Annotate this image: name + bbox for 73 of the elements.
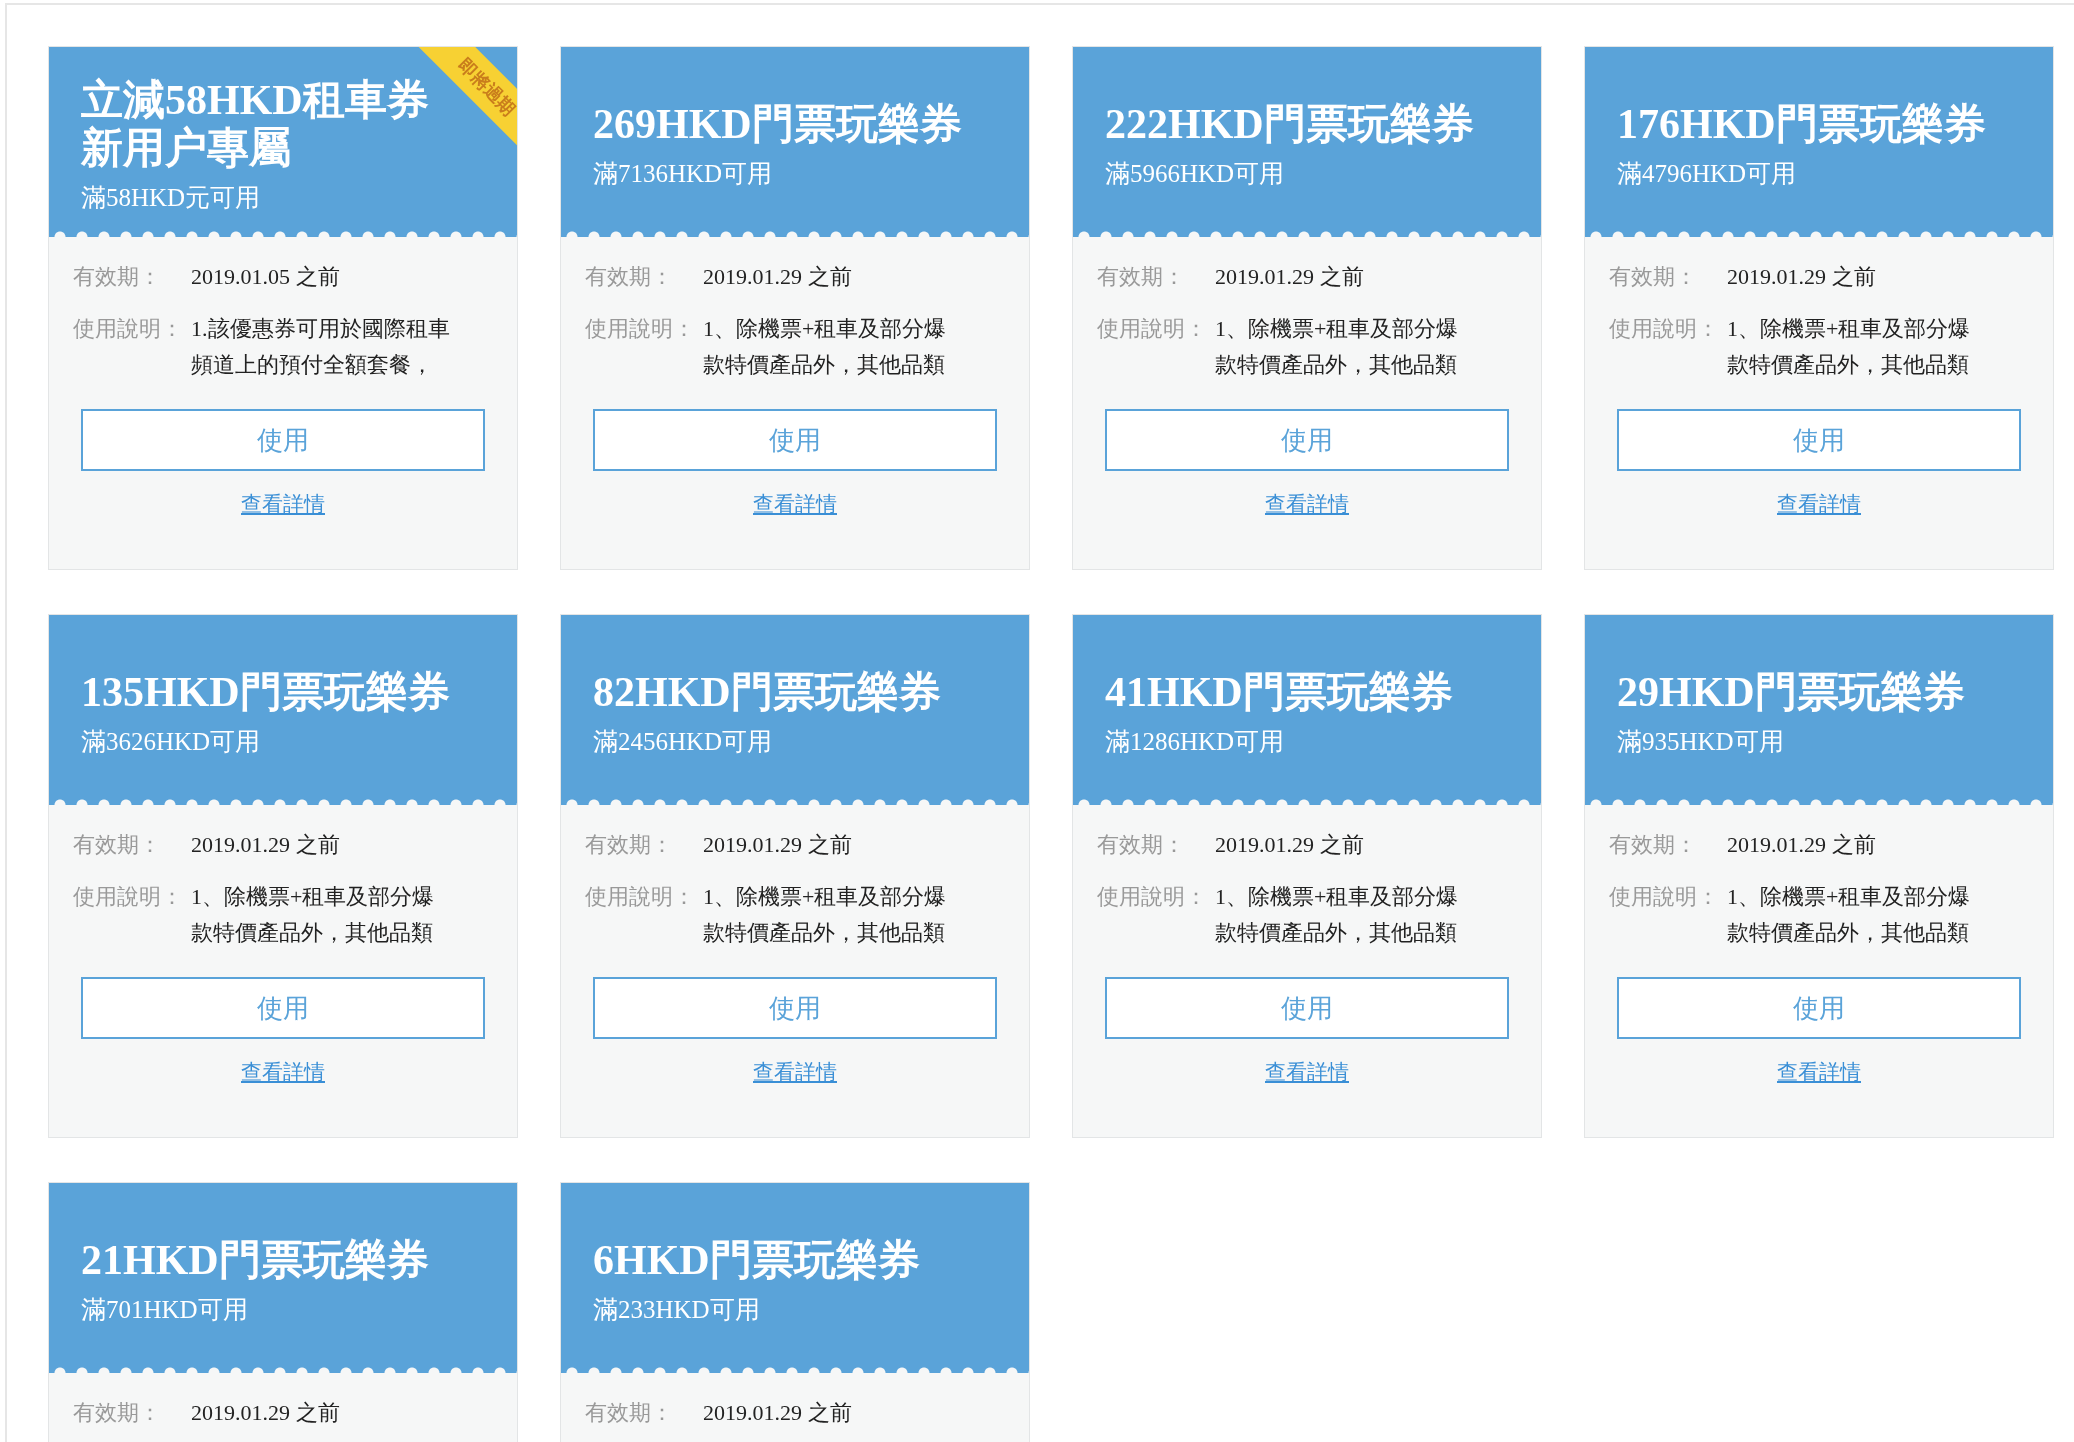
use-button[interactable]: 使用 bbox=[593, 409, 997, 471]
usage-description: 1、除機票+租車及部分爆 款特價產品外，其他品類 bbox=[1727, 315, 1971, 379]
usage-label: 使用說明： bbox=[585, 315, 696, 343]
use-button[interactable]: 使用 bbox=[1617, 409, 2021, 471]
coupon-condition: 滿58HKD元可用 bbox=[81, 183, 262, 213]
view-details-link[interactable]: 查看詳情 bbox=[1777, 1057, 1861, 1089]
use-button[interactable]: 使用 bbox=[1105, 977, 1509, 1039]
usage-description: 1、除機票+租車及部分爆 款特價產品外，其他品類 bbox=[191, 883, 435, 947]
usage-label: 使用說明： bbox=[1097, 315, 1208, 343]
usage-label: 使用說明： bbox=[73, 315, 184, 343]
coupon-condition: 滿1286HKD可用 bbox=[1105, 727, 1286, 757]
usage-label: 使用說明： bbox=[73, 883, 184, 911]
validity-date: 2019.01.05 之前 bbox=[191, 263, 340, 291]
view-details-link[interactable]: 查看詳情 bbox=[753, 489, 837, 521]
usage-label: 使用說明： bbox=[1609, 315, 1720, 343]
coupon-condition: 滿4796HKD可用 bbox=[1617, 159, 1798, 189]
coupon-title: 82HKD門票玩樂券 bbox=[593, 668, 941, 716]
usage-description: 1、除機票+租車及部分爆 款特價產品外，其他品類 bbox=[703, 883, 947, 947]
usage-description: 1、除機票+租車及部分爆 款特價產品外，其他品類 bbox=[703, 315, 947, 379]
validity-date: 2019.01.29 之前 bbox=[191, 831, 340, 859]
validity-label: 有效期： bbox=[585, 831, 674, 859]
coupon-title: 41HKD門票玩樂券 bbox=[1105, 668, 1453, 716]
validity-label: 有效期： bbox=[1097, 831, 1186, 859]
coupon-title: 29HKD門票玩樂券 bbox=[1617, 668, 1965, 716]
validity-date: 2019.01.29 之前 bbox=[1727, 831, 1876, 859]
validity-date: 2019.01.29 之前 bbox=[1215, 831, 1364, 859]
usage-description: 1、除機票+租車及部分爆 款特價產品外，其他品類 bbox=[1727, 883, 1971, 947]
validity-label: 有效期： bbox=[1609, 263, 1698, 291]
usage-description: 1.該優惠券可用於國際租車 頻道上的預付全額套餐， bbox=[191, 315, 450, 379]
coupon-title: 176HKD門票玩樂券 bbox=[1617, 100, 1986, 148]
coupon-condition: 滿7136HKD可用 bbox=[593, 159, 774, 189]
coupon-title: 222HKD門票玩樂券 bbox=[1105, 100, 1474, 148]
use-button[interactable]: 使用 bbox=[1105, 409, 1509, 471]
validity-label: 有效期： bbox=[73, 263, 162, 291]
coupon-title: 立減58HKD租車券 bbox=[81, 76, 429, 124]
view-details-link[interactable]: 查看詳情 bbox=[1265, 489, 1349, 521]
coupon-condition: 滿3626HKD可用 bbox=[81, 727, 262, 757]
view-details-link[interactable]: 查看詳情 bbox=[241, 489, 325, 521]
validity-date: 2019.01.29 之前 bbox=[191, 1399, 340, 1427]
validity-label: 有效期： bbox=[1609, 831, 1698, 859]
validity-date: 2019.01.29 之前 bbox=[703, 1399, 852, 1427]
validity-date: 2019.01.29 之前 bbox=[1727, 263, 1876, 291]
usage-label: 使用說明： bbox=[1097, 883, 1208, 911]
use-button[interactable]: 使用 bbox=[81, 977, 485, 1039]
usage-label: 使用說明： bbox=[585, 883, 696, 911]
coupon-condition: 滿701HKD可用 bbox=[81, 1295, 249, 1325]
use-button[interactable]: 使用 bbox=[1617, 977, 2021, 1039]
validity-date: 2019.01.29 之前 bbox=[1215, 263, 1364, 291]
validity-date: 2019.01.29 之前 bbox=[703, 263, 852, 291]
coupon-title: 6HKD門票玩樂券 bbox=[593, 1236, 920, 1284]
validity-label: 有效期： bbox=[73, 831, 162, 859]
coupon-condition: 滿935HKD可用 bbox=[1617, 727, 1785, 757]
use-button[interactable]: 使用 bbox=[593, 977, 997, 1039]
coupon-title: 21HKD門票玩樂券 bbox=[81, 1236, 429, 1284]
coupon-condition: 滿5966HKD可用 bbox=[1105, 159, 1286, 189]
usage-description: 1、除機票+租車及部分爆 款特價產品外，其他品類 bbox=[1215, 315, 1459, 379]
usage-label: 使用說明： bbox=[1609, 883, 1720, 911]
coupon-condition: 滿233HKD可用 bbox=[593, 1295, 761, 1325]
view-details-link[interactable]: 查看詳情 bbox=[753, 1057, 837, 1089]
view-details-link[interactable]: 查看詳情 bbox=[1265, 1057, 1349, 1089]
validity-label: 有效期： bbox=[73, 1399, 162, 1427]
view-details-link[interactable]: 查看詳情 bbox=[1777, 489, 1861, 521]
usage-description: 1、除機票+租車及部分爆 款特價產品外，其他品類 bbox=[1215, 883, 1459, 947]
validity-label: 有效期： bbox=[1097, 263, 1186, 291]
validity-date: 2019.01.29 之前 bbox=[703, 831, 852, 859]
use-button[interactable]: 使用 bbox=[81, 409, 485, 471]
coupon-title: 135HKD門票玩樂券 bbox=[81, 668, 450, 716]
validity-label: 有效期： bbox=[585, 1399, 674, 1427]
coupon-title: 269HKD門票玩樂券 bbox=[593, 100, 962, 148]
validity-label: 有效期： bbox=[585, 263, 674, 291]
coupon-title: 新用户專屬 bbox=[81, 124, 291, 172]
view-details-link[interactable]: 查看詳情 bbox=[241, 1057, 325, 1089]
coupon-condition: 滿2456HKD可用 bbox=[593, 727, 774, 757]
